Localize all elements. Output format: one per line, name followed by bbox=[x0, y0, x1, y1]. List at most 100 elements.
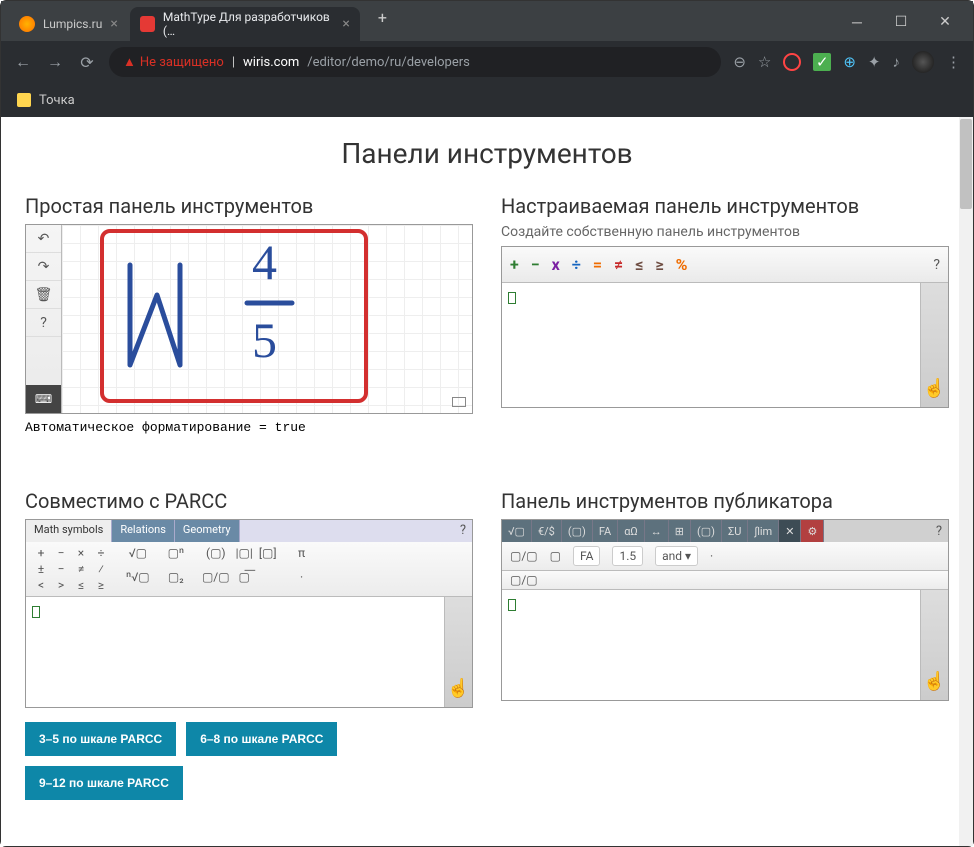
sym[interactable]: − bbox=[54, 546, 68, 560]
check-icon[interactable]: ✓ bbox=[813, 53, 831, 71]
handwritten-m bbox=[122, 255, 202, 385]
parcc-btn-9-12[interactable]: 9–12 по шкале PARCC bbox=[25, 766, 183, 800]
opera-icon[interactable] bbox=[783, 53, 801, 71]
new-tab-button[interactable]: + bbox=[370, 4, 395, 31]
sym[interactable]: ± bbox=[34, 562, 48, 576]
sym[interactable]: ≠ bbox=[74, 562, 88, 576]
sym[interactable]: ▢/▢ bbox=[202, 570, 230, 592]
sym-times[interactable]: x bbox=[552, 255, 560, 274]
delete-button[interactable]: 🗑 bbox=[26, 281, 61, 309]
menu-icon[interactable]: ⋮ bbox=[946, 53, 961, 71]
resize-handle[interactable] bbox=[452, 397, 466, 407]
handwriting-canvas[interactable]: 4 5 bbox=[62, 225, 472, 413]
pub-tab[interactable]: √▢ bbox=[502, 520, 532, 542]
sym-notequal[interactable]: ≠ bbox=[614, 255, 623, 274]
undo-button[interactable]: ↶ bbox=[26, 225, 61, 253]
scrollbar-thumb[interactable] bbox=[960, 119, 972, 209]
redo-button[interactable]: ↷ bbox=[26, 253, 61, 281]
sym[interactable]: ▢₂ bbox=[168, 570, 184, 592]
tool-item[interactable]: FA bbox=[573, 546, 600, 566]
sym[interactable]: ≤ bbox=[74, 578, 88, 592]
sym[interactable]: < bbox=[34, 578, 48, 592]
sym[interactable]: (▢) bbox=[202, 546, 230, 568]
pub-tab[interactable]: ↔ bbox=[645, 520, 669, 542]
sym-le[interactable]: ≤ bbox=[635, 255, 643, 274]
pub-tab[interactable]: ⊞ bbox=[669, 520, 691, 542]
sym[interactable]: [▢] bbox=[259, 546, 277, 568]
close-icon[interactable]: × bbox=[342, 16, 349, 32]
help-button[interactable]: ? bbox=[26, 309, 61, 337]
scrollbar-track[interactable] bbox=[959, 117, 973, 846]
parcc-btn-3-5[interactable]: 3–5 по шкале PARCC bbox=[25, 722, 176, 756]
sym[interactable]: ⁄ bbox=[94, 562, 108, 576]
handwriting-toggle[interactable]: ☝ bbox=[444, 597, 472, 707]
pub-tab-settings[interactable]: ⚙ bbox=[801, 520, 824, 542]
publisher-canvas[interactable] bbox=[502, 590, 920, 700]
pub-tab[interactable]: (▢) bbox=[562, 520, 593, 542]
help-button[interactable]: ? bbox=[460, 523, 466, 538]
sym[interactable]: ⁿ√▢ bbox=[126, 570, 150, 592]
tab-geometry[interactable]: Geometry bbox=[175, 520, 240, 542]
sym-plus[interactable]: + bbox=[510, 255, 519, 274]
pub-tab[interactable]: FA bbox=[593, 520, 618, 542]
tool-item[interactable]: ▢/▢ bbox=[510, 573, 538, 587]
handwriting-toggle[interactable]: ☝ bbox=[920, 283, 948, 407]
pub-tab[interactable]: €/$ bbox=[532, 520, 562, 542]
security-warning[interactable]: ▲ Не защищено bbox=[123, 54, 224, 70]
sym[interactable]: + bbox=[34, 546, 48, 560]
sym[interactable]: × bbox=[74, 546, 88, 560]
star-icon[interactable]: ☆ bbox=[758, 53, 771, 71]
sym-minus[interactable]: − bbox=[531, 255, 540, 274]
sym[interactable]: − bbox=[54, 562, 68, 576]
sym-equals[interactable]: = bbox=[593, 255, 602, 274]
bookmark-link[interactable]: Точка bbox=[39, 93, 75, 108]
globe-icon[interactable]: ⊕ bbox=[843, 53, 856, 71]
parcc-btn-6-8[interactable]: 6–8 по шкале PARCC bbox=[186, 722, 337, 756]
close-button[interactable]: ✕ bbox=[933, 14, 957, 31]
tool-item[interactable]: ▢ bbox=[550, 549, 561, 563]
reload-button[interactable]: ⟳ bbox=[77, 53, 97, 72]
sym[interactable]: > bbox=[54, 578, 68, 592]
sym[interactable]: π bbox=[295, 546, 309, 568]
tool-item[interactable]: 1.5 bbox=[612, 546, 643, 566]
profile-avatar[interactable] bbox=[912, 51, 934, 73]
simple-panel: Простая панель инструментов ↶ ↷ 🗑 ? ⌨ bbox=[25, 194, 473, 435]
custom-canvas[interactable] bbox=[502, 283, 920, 407]
pub-tab[interactable]: (▢) bbox=[691, 520, 722, 542]
close-icon[interactable]: × bbox=[110, 16, 117, 32]
tool-item[interactable]: · bbox=[710, 549, 713, 563]
handwriting-toggle[interactable]: ☝ bbox=[920, 590, 948, 700]
sym[interactable]: · bbox=[295, 570, 309, 592]
help-button[interactable]: ? bbox=[933, 257, 940, 273]
music-icon[interactable]: ♪ bbox=[893, 53, 901, 71]
sym-ge[interactable]: ≥ bbox=[655, 255, 663, 274]
pub-tab[interactable]: αΩ bbox=[618, 520, 645, 542]
tool-item[interactable]: ▢/▢ bbox=[510, 549, 538, 563]
browser-tab-mathtype[interactable]: MathType Для разработчиков (… × bbox=[130, 7, 360, 41]
forward-button[interactable]: → bbox=[45, 52, 65, 72]
tab-math-symbols[interactable]: Math symbols bbox=[26, 520, 112, 542]
parcc-canvas[interactable] bbox=[26, 597, 444, 707]
sym[interactable]: ≥ bbox=[94, 578, 108, 592]
sym-divide[interactable]: ÷ bbox=[572, 255, 581, 274]
tab-relations[interactable]: Relations bbox=[112, 520, 175, 542]
tool-item[interactable]: and ▾ bbox=[655, 546, 698, 566]
zoom-icon[interactable]: ⊖ bbox=[733, 53, 746, 71]
keyboard-button[interactable]: ⌨ bbox=[26, 385, 61, 413]
sym[interactable]: ÷ bbox=[94, 546, 108, 560]
sym[interactable]: ▢ⁿ bbox=[168, 546, 184, 568]
minimize-button[interactable]: ─ bbox=[845, 14, 869, 31]
browser-tab-lumpics[interactable]: Lumpics.ru × bbox=[9, 7, 128, 41]
pub-tab-close[interactable]: ✕ bbox=[779, 520, 801, 542]
pub-tab[interactable]: ΣU bbox=[722, 520, 748, 542]
sym-percent[interactable]: % bbox=[676, 255, 688, 274]
maximize-button[interactable]: ☐ bbox=[889, 14, 913, 31]
back-button[interactable]: ← bbox=[13, 52, 33, 72]
extensions-icon[interactable]: ✦ bbox=[868, 53, 881, 71]
sym[interactable]: |▢| bbox=[236, 546, 253, 568]
sym[interactable]: √▢ bbox=[126, 546, 150, 568]
url-field[interactable]: ▲ Не защищено | wiris.com/editor/demo/ru… bbox=[109, 47, 721, 77]
sym[interactable]: ▢͞ bbox=[236, 570, 253, 592]
pub-tab[interactable]: ∫lim bbox=[748, 520, 779, 542]
help-button[interactable]: ? bbox=[936, 524, 942, 539]
